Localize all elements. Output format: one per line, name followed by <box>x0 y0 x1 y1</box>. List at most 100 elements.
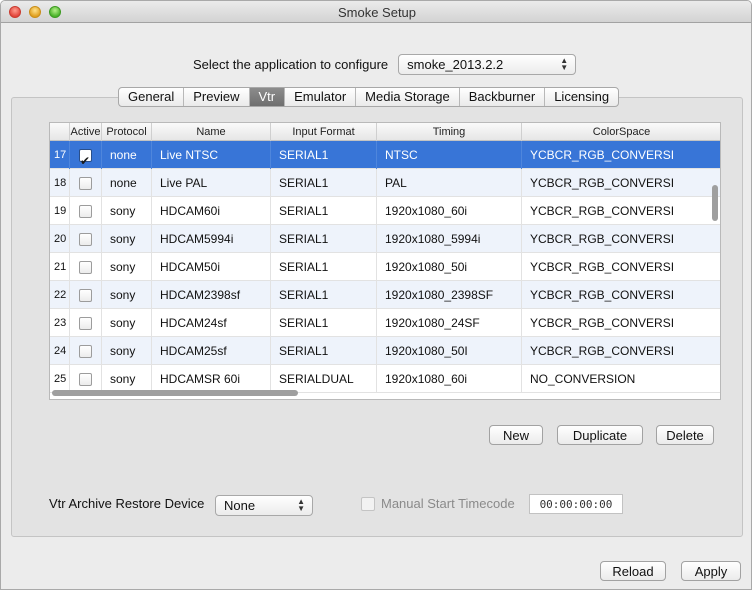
tab-backburner[interactable]: Backburner <box>460 88 546 106</box>
column-header-input-format[interactable]: Input Format <box>271 123 377 141</box>
input-format-cell: SERIAL1 <box>271 169 377 197</box>
table-row[interactable]: 21 sony HDCAM50i SERIAL1 1920x1080_50i Y… <box>50 253 720 281</box>
timing-cell: 1920x1080_24SF <box>377 309 522 337</box>
column-header-index[interactable] <box>50 123 70 141</box>
table-row[interactable]: 20 sony HDCAM5994i SERIAL1 1920x1080_599… <box>50 225 720 253</box>
vtr-table[interactable]: Active Protocol Name Input Format Timing… <box>49 122 721 400</box>
tab-vtr[interactable]: Vtr <box>249 88 286 106</box>
name-cell: HDCAM50i <box>152 253 271 281</box>
row-number: 23 <box>50 309 70 337</box>
active-checkbox[interactable] <box>79 260 92 274</box>
active-checkbox[interactable] <box>79 232 92 246</box>
column-header-protocol[interactable]: Protocol <box>102 123 152 141</box>
updown-arrows-icon: ▲ ▼ <box>297 497 305 513</box>
input-format-cell: SERIAL1 <box>271 141 377 169</box>
timing-cell: PAL <box>377 169 522 197</box>
archive-device-label: Vtr Archive Restore Device <box>49 496 205 511</box>
colorspace-cell: NO_CONVERSION <box>522 365 720 393</box>
name-cell: HDCAM2398sf <box>152 281 271 309</box>
name-cell: HDCAM25sf <box>152 337 271 365</box>
delete-button[interactable]: Delete <box>656 425 714 445</box>
protocol-cell: sony <box>102 197 152 225</box>
row-number: 20 <box>50 225 70 253</box>
apply-button[interactable]: Apply <box>681 561 741 581</box>
table-row[interactable]: 22 sony HDCAM2398sf SERIAL1 1920x1080_23… <box>50 281 720 309</box>
tab-licensing[interactable]: Licensing <box>545 88 618 106</box>
table-row[interactable]: 17 none Live NTSC SERIAL1 NTSC YCBCR_RGB… <box>50 141 720 169</box>
active-cell <box>70 169 102 197</box>
timing-cell: 1920x1080_5994i <box>377 225 522 253</box>
name-cell: HDCAM5994i <box>152 225 271 253</box>
active-checkbox[interactable] <box>79 288 92 302</box>
table-body: 17 none Live NTSC SERIAL1 NTSC YCBCR_RGB… <box>50 141 720 393</box>
input-format-cell: SERIAL1 <box>271 281 377 309</box>
active-checkbox[interactable] <box>79 176 92 190</box>
manual-timecode-checkbox[interactable] <box>361 497 375 511</box>
table-row[interactable]: 19 sony HDCAM60i SERIAL1 1920x1080_60i Y… <box>50 197 720 225</box>
colorspace-cell: YCBCR_RGB_CONVERSI <box>522 169 720 197</box>
timing-cell: 1920x1080_60i <box>377 365 522 393</box>
active-cell <box>70 253 102 281</box>
table-row[interactable]: 25 sony HDCAMSR 60i SERIALDUAL 1920x1080… <box>50 365 720 393</box>
archive-device-popup[interactable]: None ▲ ▼ <box>215 495 313 516</box>
protocol-cell: none <box>102 169 152 197</box>
timing-cell: 1920x1080_60i <box>377 197 522 225</box>
column-header-active[interactable]: Active <box>70 123 102 141</box>
active-checkbox[interactable] <box>79 344 92 358</box>
tab-emulator[interactable]: Emulator <box>285 88 357 106</box>
application-popup-value: smoke_2013.2.2 <box>407 56 504 72</box>
colorspace-cell: YCBCR_RGB_CONVERSI <box>522 141 720 169</box>
horizontal-scrollbar[interactable] <box>52 390 298 396</box>
archive-device-value: None <box>224 498 256 513</box>
tab-general[interactable]: General <box>119 88 185 106</box>
row-number: 24 <box>50 337 70 365</box>
row-number: 25 <box>50 365 70 393</box>
active-cell <box>70 337 102 365</box>
active-cell <box>70 365 102 393</box>
timecode-field[interactable]: 00:00:00:00 <box>529 494 623 514</box>
input-format-cell: SERIAL1 <box>271 337 377 365</box>
active-checkbox[interactable] <box>79 147 92 169</box>
column-header-timing[interactable]: Timing <box>377 123 522 141</box>
tab-preview[interactable]: Preview <box>184 88 250 106</box>
active-checkbox[interactable] <box>79 372 92 386</box>
input-format-cell: SERIAL1 <box>271 225 377 253</box>
application-popup[interactable]: smoke_2013.2.2 ▲ ▼ <box>398 53 577 75</box>
table-header: Active Protocol Name Input Format Timing… <box>50 123 720 141</box>
column-header-name[interactable]: Name <box>152 123 271 141</box>
name-cell: HDCAM24sf <box>152 309 271 337</box>
row-number: 18 <box>50 169 70 197</box>
colorspace-cell: YCBCR_RGB_CONVERSI <box>522 281 720 309</box>
row-number: 19 <box>50 197 70 225</box>
timing-cell: NTSC <box>377 141 522 169</box>
input-format-cell: SERIALDUAL <box>271 365 377 393</box>
vertical-scrollbar[interactable] <box>712 185 718 221</box>
protocol-cell: sony <box>102 309 152 337</box>
protocol-cell: sony <box>102 337 152 365</box>
reload-button[interactable]: Reload <box>600 561 666 581</box>
table-row[interactable]: 23 sony HDCAM24sf SERIAL1 1920x1080_24SF… <box>50 309 720 337</box>
column-header-colorspace[interactable]: ColorSpace <box>522 123 720 141</box>
input-format-cell: SERIAL1 <box>271 253 377 281</box>
application-selector-label: Select the application to configure <box>193 56 389 72</box>
window-title: Smoke Setup <box>337 5 417 20</box>
new-button[interactable]: New <box>489 425 543 445</box>
input-format-cell: SERIAL1 <box>271 309 377 337</box>
colorspace-cell: YCBCR_RGB_CONVERSI <box>522 309 720 337</box>
title-bar[interactable]: Smoke Setup <box>1 1 751 23</box>
active-cell <box>70 309 102 337</box>
table-row[interactable]: 18 none Live PAL SERIAL1 PAL YCBCR_RGB_C… <box>50 169 720 197</box>
protocol-cell: sony <box>102 253 152 281</box>
timing-cell: 1920x1080_2398SF <box>377 281 522 309</box>
tab-media-storage[interactable]: Media Storage <box>356 88 460 106</box>
row-number: 17 <box>50 141 70 169</box>
table-row[interactable]: 24 sony HDCAM25sf SERIAL1 1920x1080_50I … <box>50 337 720 365</box>
row-number: 22 <box>50 281 70 309</box>
duplicate-button[interactable]: Duplicate <box>557 425 643 445</box>
protocol-cell: sony <box>102 225 152 253</box>
active-cell <box>70 141 102 169</box>
timing-cell: 1920x1080_50I <box>377 337 522 365</box>
manual-timecode-label: Manual Start Timecode <box>381 496 515 511</box>
active-checkbox[interactable] <box>79 316 92 330</box>
active-checkbox[interactable] <box>79 204 92 218</box>
